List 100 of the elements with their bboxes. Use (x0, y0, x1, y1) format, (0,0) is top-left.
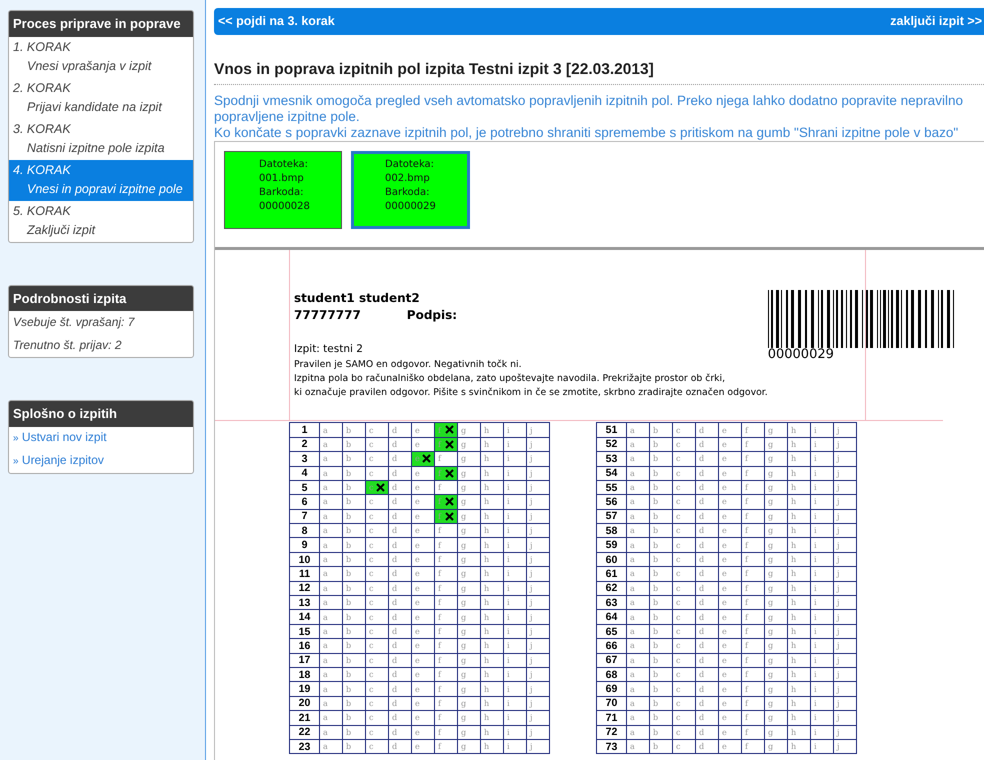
answer-cell[interactable]: j (526, 638, 550, 654)
answer-cell[interactable]: e (718, 466, 742, 480)
answer-cell[interactable]: f (434, 682, 458, 696)
answer-cell[interactable]: e (412, 552, 434, 567)
answer-cell[interactable]: h (788, 725, 810, 740)
answer-cell[interactable]: d (388, 524, 412, 538)
answer-cell[interactable]: f (434, 452, 458, 466)
answer-cell[interactable]: g (458, 739, 480, 754)
answer-cell[interactable]: b (650, 466, 672, 480)
answer-cell[interactable]: j (526, 509, 550, 524)
answer-cell[interactable]: c (672, 581, 696, 596)
answer-cell[interactable]: b (342, 566, 366, 582)
answer-cell[interactable]: j (834, 524, 856, 538)
answer-cell[interactable]: j (526, 538, 550, 552)
answer-cell[interactable]: h (480, 682, 504, 696)
answer-cell[interactable]: g (764, 667, 788, 682)
answer-cell[interactable]: g (764, 739, 788, 754)
answer-cell[interactable]: a (320, 624, 342, 639)
answer-cell[interactable]: e (718, 696, 742, 711)
answer-cell[interactable]: a (626, 696, 650, 711)
answer-cell[interactable]: a (626, 624, 650, 639)
answer-cell[interactable]: a (626, 566, 650, 582)
answer-cell[interactable]: f (742, 566, 764, 582)
back-link[interactable]: << pojdi na 3. korak (218, 12, 335, 31)
answer-cell[interactable]: b (342, 610, 366, 624)
answer-cell[interactable]: b (342, 437, 366, 452)
answer-cell[interactable]: a (320, 452, 342, 466)
answer-cell[interactable]: g (764, 682, 788, 696)
answer-cell[interactable]: c (366, 710, 388, 726)
answer-cell[interactable]: c (366, 653, 388, 668)
answer-cell[interactable]: h (788, 610, 810, 624)
answer-cell[interactable]: d (388, 552, 412, 567)
answer-cell[interactable]: h (480, 524, 504, 538)
answer-cell[interactable]: g (458, 653, 480, 668)
answer-cell[interactable]: g (458, 494, 480, 510)
answer-cell[interactable]: c (366, 552, 388, 567)
answer-cell[interactable]: h (788, 682, 810, 696)
answer-cell[interactable]: e (718, 725, 742, 740)
answer-cell[interactable]: h (788, 509, 810, 524)
answer-cell[interactable]: a (626, 524, 650, 538)
answer-cell[interactable]: a (320, 538, 342, 552)
answer-cell[interactable]: f (742, 739, 764, 754)
answer-cell[interactable]: g (764, 509, 788, 524)
answer-cell[interactable]: e (718, 437, 742, 452)
answer-cell[interactable]: c (672, 610, 696, 624)
answer-cell[interactable]: b (342, 667, 366, 682)
answer-cell[interactable]: a (320, 739, 342, 754)
answer-cell[interactable]: f (434, 725, 458, 740)
answer-cell[interactable]: b (650, 610, 672, 624)
answer-cell[interactable]: g (764, 494, 788, 510)
answer-cell[interactable]: i (504, 653, 526, 668)
answer-cell[interactable]: b (342, 725, 366, 740)
answer-cell[interactable]: e (718, 524, 742, 538)
answer-cell[interactable]: j (834, 638, 856, 654)
answer-cell[interactable]: i (810, 538, 834, 552)
answer-cell[interactable]: j (834, 566, 856, 582)
answer-cell[interactable]: j (834, 624, 856, 639)
answer-cell[interactable]: i (504, 552, 526, 567)
answer-cell[interactable]: c (366, 696, 388, 711)
answer-cell[interactable]: d (388, 653, 412, 668)
answer-cell[interactable]: c (672, 437, 696, 452)
answer-cell[interactable]: c (672, 653, 696, 668)
answer-cell[interactable]: h (788, 596, 810, 610)
answer-cell[interactable]: e (718, 581, 742, 596)
answer-cell[interactable]: b (342, 596, 366, 610)
answer-cell[interactable]: e (718, 422, 742, 438)
answer-cell[interactable]: h (480, 725, 504, 740)
answer-cell[interactable]: b (650, 422, 672, 438)
answer-cell[interactable]: f (434, 739, 458, 754)
answer-cell[interactable]: f (434, 624, 458, 639)
answer-cell[interactable]: b (342, 452, 366, 466)
answer-cell[interactable]: c (672, 624, 696, 639)
answer-cell[interactable]: i (810, 524, 834, 538)
answer-cell[interactable]: e (718, 596, 742, 610)
answer-cell[interactable]: c (672, 696, 696, 711)
answer-cell[interactable]: a (626, 596, 650, 610)
answer-cell[interactable]: e (718, 653, 742, 668)
answer-cell[interactable]: b (650, 739, 672, 754)
answer-cell[interactable]: j (526, 653, 550, 668)
answer-cell[interactable]: a (320, 422, 342, 438)
answer-cell[interactable]: e (412, 725, 434, 740)
answer-cell[interactable]: e (718, 538, 742, 552)
answer-cell[interactable]: e (412, 480, 434, 495)
finish-link[interactable]: zaključi izpit >> (890, 12, 982, 31)
answer-cell[interactable]: f (434, 422, 458, 438)
answer-cell[interactable]: f (742, 422, 764, 438)
answer-cell[interactable]: h (788, 538, 810, 552)
answer-cell[interactable]: h (480, 494, 504, 510)
answer-cell[interactable]: h (480, 538, 504, 552)
answer-cell[interactable]: b (650, 494, 672, 510)
answer-cell[interactable]: b (342, 739, 366, 754)
answer-cell[interactable]: f (742, 466, 764, 480)
sheet-tile[interactable]: Datoteka: 001.bmp Barkoda: 00000028 (224, 151, 342, 230)
answer-cell[interactable]: e (718, 624, 742, 639)
answer-cell[interactable]: b (650, 566, 672, 582)
answer-cell[interactable]: i (810, 494, 834, 510)
answer-cell[interactable]: i (810, 610, 834, 624)
answer-cell[interactable]: b (650, 552, 672, 567)
answer-cell[interactable]: i (810, 624, 834, 639)
answer-cell[interactable]: j (526, 494, 550, 510)
